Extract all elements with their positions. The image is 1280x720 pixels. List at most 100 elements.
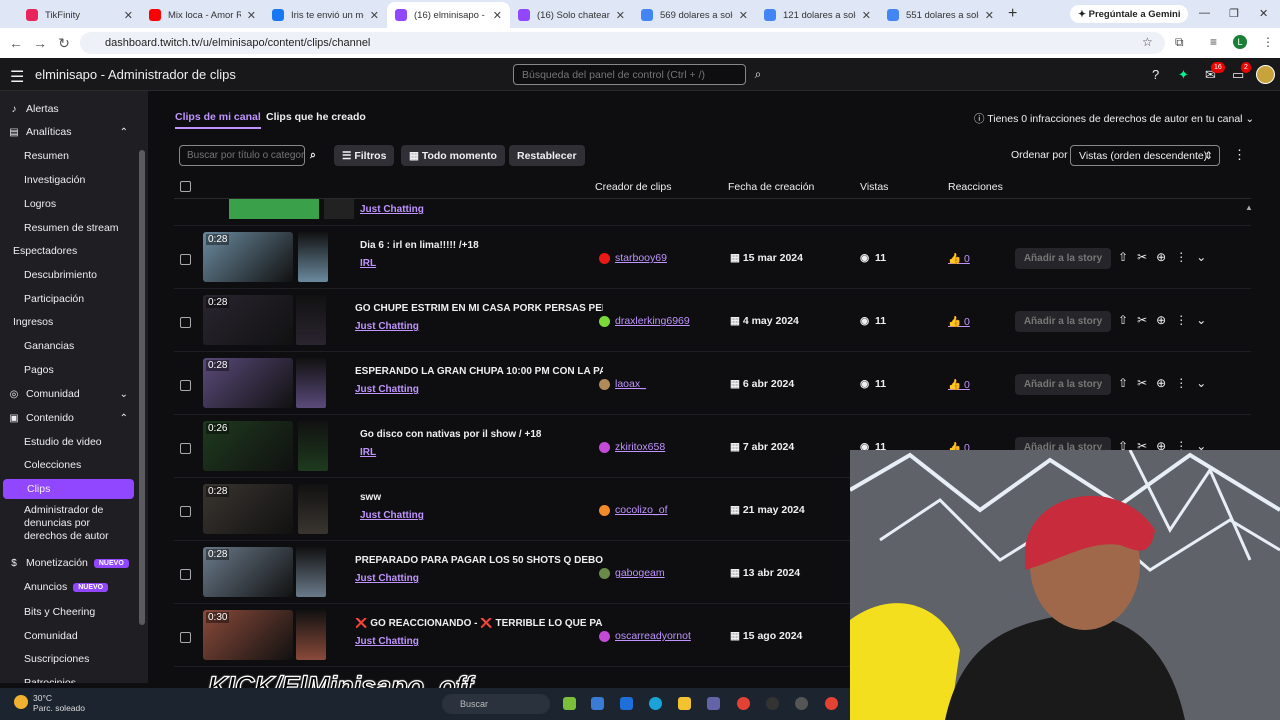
scissors-icon[interactable]: ✂ [1137,250,1156,264]
clip-creator[interactable]: starbooy69 [615,252,667,264]
sidebar-item[interactable]: ◎ Comunidad ⌄ [0,384,140,404]
more-options-icon[interactable]: ⋮ [1233,147,1246,163]
sidebar-item[interactable]: Clips [3,479,134,499]
clip-reactions[interactable]: 👍 0 [948,378,970,391]
clip-category[interactable]: Just Chatting [355,321,419,332]
url-field[interactable]: dashboard.twitch.tv/u/elminisapo/content… [80,32,1165,54]
sidebar-item[interactable]: Investigación [0,170,140,190]
sidebar-item[interactable]: Descubrimiento [0,265,140,285]
row-checkbox[interactable] [180,443,191,454]
help-icon[interactable]: ? [1152,67,1159,82]
file-explorer-icon[interactable] [678,697,691,710]
row-checkbox[interactable] [180,569,191,580]
select-all-checkbox[interactable] [180,181,191,192]
sidebar-item[interactable]: Anuncios NUEVO [0,577,140,597]
chrome-icon[interactable] [825,697,838,710]
clip-category[interactable]: Just Chatting [355,384,419,395]
app-icon[interactable] [563,697,576,710]
table-row[interactable]: 0:28 ESPERANDO LA GRAN CHUPA 10:00 PM CON… [174,353,1251,415]
chrome-profile-avatar[interactable]: L [1233,35,1247,49]
browser-tab[interactable]: 551 dolares a soles ✕ [879,2,1002,28]
browser-tab[interactable]: TikFinity ✕ [18,2,141,28]
kebab-icon[interactable]: ⋮ [1175,313,1196,327]
clip-title[interactable]: Dia 6 : irl en lima!!!!! /+18 [360,240,479,251]
search-icon[interactable]: ⌕ [748,64,768,85]
tab-clips-i-created[interactable]: Clips que he creado [266,111,366,123]
clip-title[interactable]: Go disco con nativas por il show / +18 [360,429,541,440]
scissors-icon[interactable]: ✂ [1137,313,1156,327]
edge-icon[interactable] [649,697,662,710]
share-icon[interactable]: ⇧ [1118,250,1137,264]
add-icon[interactable]: ⊕ [1156,250,1175,264]
clip-search-input[interactable] [179,145,305,166]
tab-close-icon[interactable]: ✕ [739,9,748,22]
sidebar-item[interactable]: ▤ Analíticas ⌃ [0,122,140,142]
sidebar-item[interactable]: Administrador de denuncias por derechos … [0,503,118,543]
row-checkbox[interactable] [180,380,191,391]
chrome-menu-icon[interactable]: ⋮ [1262,35,1274,49]
add-to-story-button[interactable]: Añadir a la story [1015,248,1111,269]
add-to-story-button[interactable]: Añadir a la story [1015,374,1111,395]
clip-category[interactable]: IRL [360,447,376,458]
clip-creator[interactable]: cocolizo_of [615,504,668,516]
maximize-icon[interactable]: ❐ [1229,7,1239,20]
weather-widget[interactable]: 30°C Parc. soleado [33,693,85,713]
row-checkbox[interactable] [180,632,191,643]
filters-button[interactable]: ☰ Filtros [334,145,395,166]
row-checkbox[interactable] [180,254,191,265]
sidebar-item[interactable]: Estudio de video [0,432,140,452]
sidebar-scrollbar[interactable] [139,150,145,625]
clip-reactions[interactable]: 👍 0 [948,252,970,265]
hamburger-menu-icon[interactable]: ☰ [10,67,24,87]
sidebar-item[interactable]: Patrocinios [0,673,140,683]
clip-creator[interactable]: gabogeam [615,567,665,579]
clip-search-icon[interactable]: ⌕ [308,145,318,166]
reset-button[interactable]: Restablecer [509,145,585,166]
browser-tab[interactable]: Mix loca - Amor Rebelde ✕ [141,2,264,28]
share-icon[interactable]: ⇧ [1118,376,1137,390]
table-row[interactable]: 0:28 Dia 6 : irl en lima!!!!! /+18 IRL star… [174,227,1251,289]
clip-reactions[interactable]: 👍 0 [948,315,970,328]
chevron-down-icon[interactable]: ⌄ [120,389,128,400]
clip-category[interactable]: Just Chatting [360,204,424,215]
clip-category[interactable]: IRL [360,258,376,269]
browser-tab[interactable]: (16) elminisapo - Adm ✕ [387,2,510,28]
sidebar-item[interactable]: Suscripciones [0,649,140,669]
clip-creator[interactable]: zkiritox658 [615,441,665,453]
reload-icon[interactable]: ↻ [52,35,76,52]
sidebar-item[interactable]: Bits y Cheering [0,602,140,622]
clip-creator[interactable]: oscarreadyornot [615,630,691,642]
row-checkbox[interactable] [180,317,191,328]
tab-close-icon[interactable]: ✕ [616,9,625,22]
clip-creator[interactable]: draxlerking6969 [615,315,690,327]
col-creator[interactable]: Creador de clips [595,181,671,193]
clip-title[interactable]: PREPARADO PARA PAGAR LOS 50 SHOTS Q DEBO… [355,555,603,566]
table-row-partial[interactable]: Just Chatting [174,199,1251,226]
clip-title[interactable]: ESPERANDO LA GRAN CHUPA 10:00 PM CON LA … [355,366,603,377]
sidebar-item[interactable]: Espectadores [0,241,140,261]
add-icon[interactable]: ⊕ [1156,313,1175,327]
tab-close-icon[interactable]: ✕ [862,9,871,22]
sidebar-item[interactable]: $ Monetización NUEVO [0,553,140,573]
clip-category[interactable]: Just Chatting [355,573,419,584]
sidebar-item[interactable]: Logros [0,194,140,214]
col-reactions[interactable]: Reacciones [948,181,1003,193]
gemini-button[interactable]: ✦ Pregúntale a Gemini [1070,5,1189,23]
copyright-infractions-notice[interactable]: ⓘ Tienes 0 infracciones de derechos de a… [974,111,1254,126]
kebab-icon[interactable]: ⋮ [1175,376,1196,390]
tab-close-icon[interactable]: ✕ [247,9,256,22]
kebab-icon[interactable]: ⋮ [1175,250,1196,264]
browser-tab[interactable]: Iris te envió un mensaje ✕ [264,2,387,28]
add-to-story-button[interactable]: Añadir a la story [1015,311,1111,332]
new-tab-icon[interactable]: + [1008,5,1017,23]
table-row[interactable]: 0:28 GO CHUPE ESTRIM EN MI CASA PORK PERS… [174,290,1251,352]
sidebar-item[interactable]: ▣ Contenido ⌃ [0,408,140,428]
clip-title[interactable]: ❌ GO REACCIONANDO - ❌ TERRIBLE LO QUE PA… [355,618,603,629]
taskbar-search[interactable]: Buscar [442,694,550,714]
tab-close-icon[interactable]: ✕ [370,9,379,22]
sidebar-item[interactable]: ♪ Alertas [0,99,140,119]
browser-tab[interactable]: (16) Solo chateando ✕ [510,2,633,28]
obs-icon[interactable] [766,697,779,710]
extensions-icon[interactable]: ⧉ [1175,35,1184,50]
tab-my-channel-clips[interactable]: Clips de mi canal [175,111,261,129]
